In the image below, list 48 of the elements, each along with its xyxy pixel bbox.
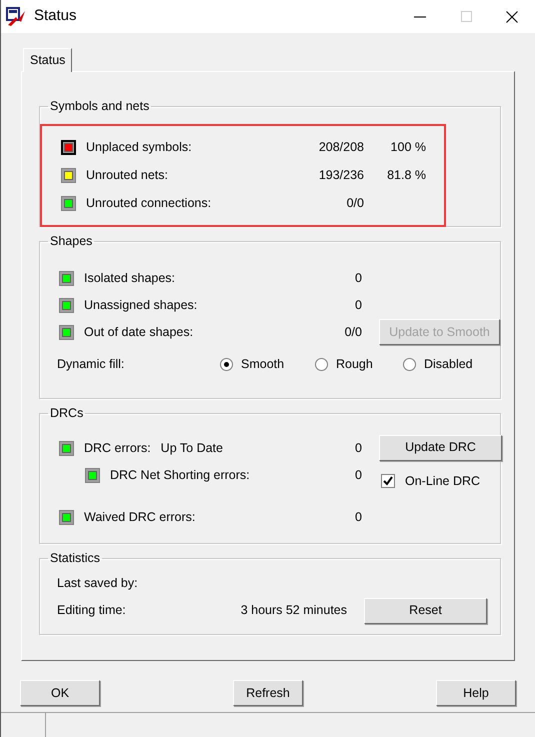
last-saved-label: Last saved by: <box>57 575 138 592</box>
window-title: Status <box>34 6 77 26</box>
row-value: 0 <box>355 270 362 287</box>
radio-option[interactable]: Rough <box>315 355 403 374</box>
row-label: Unrouted nets: <box>86 167 168 184</box>
editing-time-label: Editing time: <box>57 602 127 620</box>
group-title: Symbols and nets <box>50 99 150 113</box>
radio-option[interactable]: Disabled <box>403 355 473 374</box>
row-value: 208/208 <box>318 139 364 156</box>
row-label: Unrouted connections: <box>86 195 212 212</box>
row-label: Isolated shapes: <box>84 270 176 287</box>
dynamic-fill-label: Dynamic fill: <box>57 356 126 374</box>
drc-status: Up To Date <box>160 440 223 457</box>
row-value: 193/236 <box>318 167 364 184</box>
row-value: 0/0 <box>346 195 364 212</box>
row-value: 0 <box>355 440 362 457</box>
radio-option[interactable]: Smooth <box>220 355 315 374</box>
push-button[interactable]: Refresh <box>233 680 303 706</box>
radio-button[interactable] <box>403 358 416 372</box>
push-button[interactable]: Reset <box>364 598 487 624</box>
online-drc-checkbox[interactable]: On-Line DRC <box>381 472 502 490</box>
radio-button[interactable] <box>220 358 233 372</box>
row-label: Unassigned shapes: <box>84 296 198 314</box>
row-label: Out of date shapes: <box>84 324 194 341</box>
row-value: 0 <box>355 296 362 314</box>
row-percent: 100 % <box>390 139 426 156</box>
push-button[interactable]: Help <box>436 680 516 706</box>
group-title: Shapes <box>50 234 92 248</box>
tab[interactable]: Status <box>23 48 72 72</box>
row-percent: 81.8 % <box>387 167 426 184</box>
maximize-icon <box>460 11 472 22</box>
close-icon[interactable] <box>506 10 518 22</box>
row-label: Waived DRC errors: <box>84 508 196 526</box>
push-button[interactable]: Update DRC <box>379 434 502 461</box>
minimize-icon[interactable] <box>414 16 426 18</box>
group-title: Statistics <box>50 551 100 565</box>
row-value: 0 <box>355 467 362 484</box>
row-label: Unplaced symbols: <box>86 139 192 156</box>
editing-time: 3 hours 52 minutes <box>240 602 347 620</box>
row-label: DRC errors: <box>84 440 151 457</box>
radio-button[interactable] <box>315 358 328 372</box>
row-label: DRC Net Shorting errors: <box>110 467 250 484</box>
group-title: DRCs <box>50 406 84 420</box>
row-value: 0 <box>355 508 362 526</box>
app-icon <box>6 6 26 26</box>
push-button[interactable]: OK <box>20 680 100 706</box>
checkbox[interactable] <box>381 474 395 488</box>
row-value: 0/0 <box>344 324 362 341</box>
